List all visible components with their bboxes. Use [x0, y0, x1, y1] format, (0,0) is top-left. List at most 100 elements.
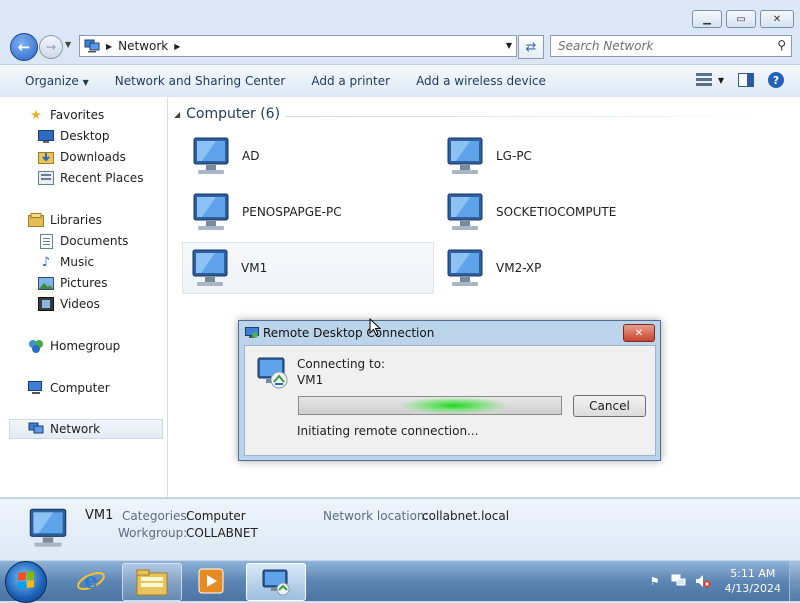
sidebar-item-label: Computer [50, 381, 110, 395]
change-view-button[interactable]: ▼ [695, 73, 724, 87]
network-sharing-center-button[interactable]: Network and Sharing Center [115, 74, 286, 88]
view-chevron-down-icon: ▼ [717, 75, 724, 85]
collapse-triangle-icon[interactable]: ◢ [174, 110, 180, 119]
refresh-button[interactable]: ⇄ [518, 35, 544, 59]
documents-icon [38, 233, 54, 249]
sidebar-item-downloads[interactable]: Downloads [38, 147, 126, 167]
preview-pane-icon[interactable] [738, 73, 754, 87]
progress-glow [399, 397, 509, 414]
taskbar-internet-explorer[interactable]: e [62, 563, 120, 599]
address-bar[interactable]: ▶ Network ▶ ▼ [79, 35, 517, 57]
computer-monitor-icon [447, 137, 483, 174]
sidebar-item-label: Libraries [50, 213, 102, 227]
computer-item[interactable]: VM2-XP [438, 243, 688, 293]
windows-logo-icon [18, 571, 34, 589]
dialog-close-button[interactable]: ✕ [623, 324, 655, 342]
categories-value: Computer [186, 509, 246, 523]
sidebar-item-computer[interactable]: Computer [28, 378, 110, 398]
computer-monitor-icon [192, 249, 228, 286]
cancel-button[interactable]: Cancel [573, 395, 646, 417]
dialog-title: Remote Desktop Connection [263, 326, 435, 340]
downloads-icon [38, 149, 54, 165]
help-icon[interactable]: ? [768, 72, 784, 88]
videos-icon [38, 296, 54, 312]
sidebar-item-pictures[interactable]: Pictures [38, 273, 108, 293]
computer-item[interactable]: AD [184, 131, 434, 181]
forward-arrow-icon: → [45, 40, 57, 54]
connecting-to-label: Connecting to: [297, 357, 386, 371]
taskbar-media-player[interactable] [182, 563, 240, 599]
computer-item-selected[interactable]: VM1 [182, 242, 434, 294]
search-icon[interactable]: ⚲ [777, 38, 786, 52]
sidebar-item-label: Pictures [60, 276, 108, 290]
back-arrow-icon: ← [17, 38, 31, 56]
navigation-pane: ★ Favorites Desktop Downloads Recent Pla… [0, 97, 168, 497]
sidebar-item-desktop[interactable]: Desktop [38, 126, 110, 146]
recent-pages-dropdown[interactable]: ▼ [65, 40, 71, 49]
sidebar-item-label: Documents [60, 234, 129, 248]
music-icon: ♪ [41, 254, 51, 270]
chevron-down-icon: ▼ [82, 78, 89, 87]
details-pane: VM1 Categories: Computer Workgroup: COLL… [0, 498, 800, 561]
media-player-icon [198, 568, 224, 594]
computer-name: AD [242, 149, 260, 163]
refresh-icon: ⇄ [525, 39, 537, 55]
computer-monitor-icon [447, 249, 483, 286]
group-divider [286, 116, 782, 117]
add-wireless-device-button[interactable]: Add a wireless device [416, 74, 546, 88]
sidebar-item-homegroup[interactable]: Homegroup [28, 336, 120, 356]
sidebar-item-music[interactable]: ♪ Music [38, 252, 94, 272]
computer-monitor-icon [447, 193, 483, 230]
desktop-icon [38, 128, 54, 144]
clock[interactable]: 5:11 AM 4/13/2024 [725, 566, 781, 596]
computer-name: VM1 [241, 261, 268, 275]
computer-item[interactable]: LG-PC [438, 131, 688, 181]
minimize-button[interactable]: ▁ [692, 10, 722, 28]
dialog-body: Connecting to: VM1 Cancel Initiating rem… [244, 345, 656, 456]
taskbar-windows-explorer[interactable] [122, 563, 182, 601]
workgroup-value: COLLABNET [186, 526, 258, 540]
sidebar-item-videos[interactable]: Videos [38, 294, 100, 314]
svg-text:e: e [84, 568, 98, 594]
sidebar-item-label: Homegroup [50, 339, 121, 353]
add-printer-button[interactable]: Add a printer [311, 74, 390, 88]
computer-item[interactable]: PENOSPAPGE-PC [184, 187, 434, 237]
show-desktop-button[interactable] [789, 561, 800, 601]
sidebar-item-network[interactable]: Network [9, 419, 163, 439]
address-dropdown-icon[interactable]: ▼ [506, 41, 512, 50]
search-box[interactable]: ⚲ [550, 35, 792, 57]
sidebar-item-favorites[interactable]: ★ Favorites [28, 105, 104, 125]
forward-button[interactable]: → [39, 35, 63, 59]
homegroup-icon [28, 338, 44, 354]
sidebar-item-libraries[interactable]: Libraries [28, 210, 102, 230]
taskbar-remote-desktop[interactable] [246, 563, 306, 601]
recent-places-icon [38, 170, 54, 186]
network-location-label: Network location: [323, 509, 429, 523]
action-center-flag-icon[interactable]: ⚑ [647, 573, 663, 589]
sidebar-item-documents[interactable]: Documents [38, 231, 128, 251]
view-list-icon [695, 73, 712, 87]
computer-item[interactable]: SOCKETIOCOMPUTE [438, 187, 688, 237]
internet-explorer-icon: e [77, 568, 105, 594]
categories-label: Categories: [122, 509, 191, 523]
network-tray-icon[interactable] [671, 573, 687, 589]
computer-icon [28, 380, 44, 396]
sidebar-item-label: Music [60, 255, 95, 269]
details-name: VM1 [85, 508, 114, 523]
sidebar-item-recent-places[interactable]: Recent Places [38, 168, 143, 188]
sidebar-item-label: Network [50, 422, 101, 436]
breadcrumb-separator-icon: ▶ [106, 41, 113, 51]
search-input[interactable] [556, 36, 760, 56]
organize-button[interactable]: Organize ▼ [25, 74, 89, 88]
breadcrumb-network[interactable]: Network [118, 39, 168, 53]
back-button[interactable]: ← [10, 33, 38, 61]
group-header[interactable]: ◢ Computer (6) [174, 106, 280, 122]
start-button[interactable] [5, 561, 47, 603]
explorer-window: ▁ ▭ ✕ ← → ▼ ▶ Network ▶ ▼ ⇄ ⚲ Organize ▼… [0, 0, 800, 561]
breadcrumb-chevron-icon[interactable]: ▶ [174, 42, 180, 51]
maximize-button[interactable]: ▭ [726, 10, 756, 28]
connecting-host: VM1 [297, 373, 324, 387]
close-button[interactable]: ✕ [760, 10, 794, 28]
volume-muted-icon[interactable] [695, 573, 711, 589]
computer-name: PENOSPAPGE-PC [242, 205, 342, 219]
